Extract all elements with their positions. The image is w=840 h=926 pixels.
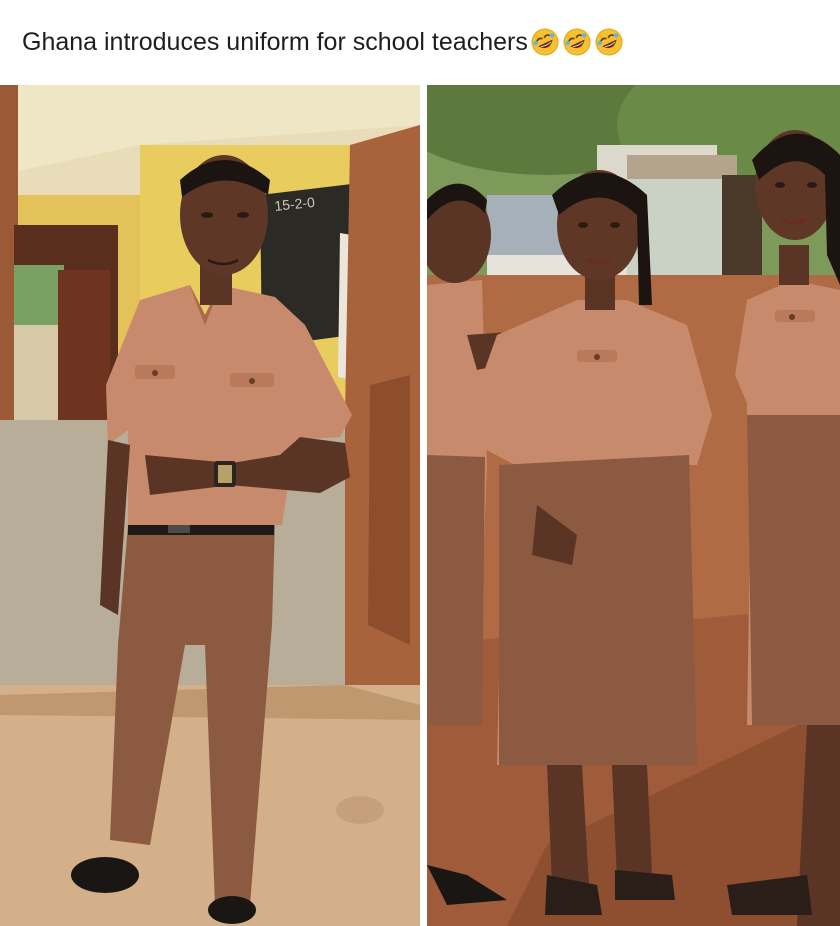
caption-text: Ghana introduces uniform for school teac… [22, 27, 528, 56]
rolling-on-floor-laughing-icon [563, 28, 591, 56]
rolling-on-floor-laughing-icon [531, 28, 559, 56]
male-teacher-photo[interactable]: 15-2-0 [0, 85, 420, 926]
female-teachers-photo[interactable] [427, 85, 840, 926]
female-teachers-illustration [427, 85, 840, 926]
emoji-row [530, 27, 624, 57]
social-post: Ghana introduces uniform for school teac… [0, 0, 840, 926]
rolling-on-floor-laughing-icon [595, 28, 623, 56]
male-teacher-illustration: 15-2-0 [0, 85, 420, 926]
post-caption: Ghana introduces uniform for school teac… [22, 22, 624, 62]
